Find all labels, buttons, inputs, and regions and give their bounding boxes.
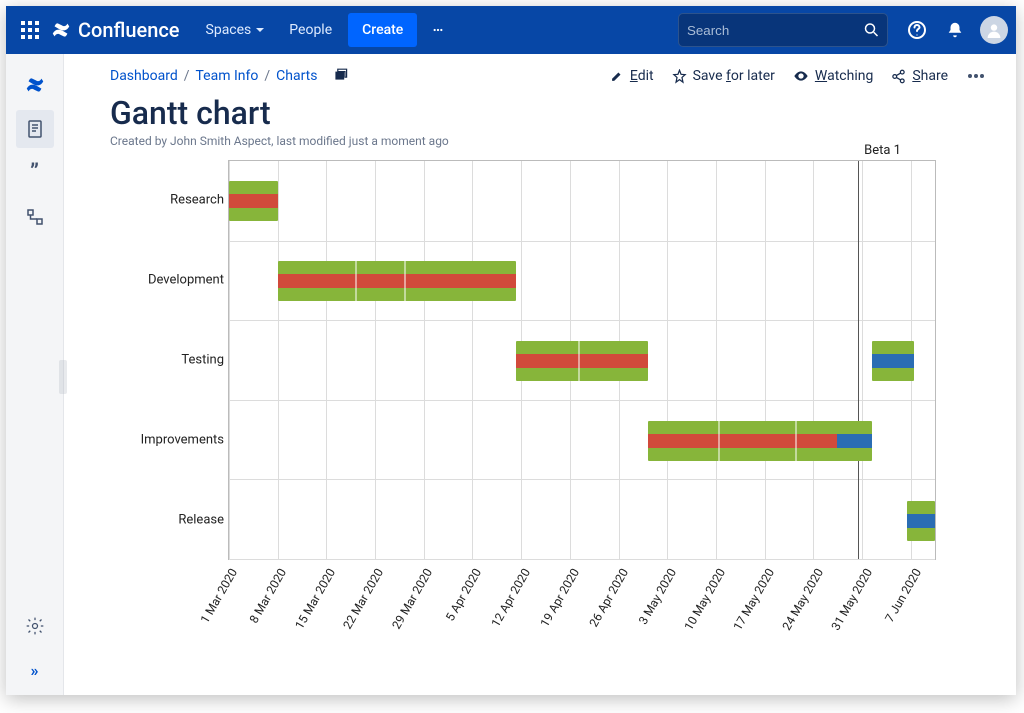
gantt-bar[interactable] [648,421,872,461]
left-sidebar: ” » [6,54,64,695]
x-tick-label: 29 Mar 2020 [390,566,436,631]
sidebar-confluence[interactable] [16,66,54,104]
page-context-icon[interactable] [333,66,349,86]
crumb-0[interactable]: Dashboard [110,68,178,84]
x-tick-label: 5 Apr 2020 [443,566,484,624]
search-box[interactable] [678,13,888,47]
nav-spaces[interactable]: Spaces [194,6,278,54]
x-tick-label: 1 Mar 2020 [198,566,240,626]
row-label: Release [114,513,224,528]
more-horizontal-icon [433,27,443,33]
nav-more-button[interactable] [421,6,455,54]
x-tick-label: 17 May 2020 [731,566,778,633]
bell-icon [946,21,964,39]
sidebar-settings[interactable] [16,607,54,645]
save-for-later-button[interactable]: Save for later [672,68,775,84]
watching-button[interactable]: Watching [793,68,873,84]
confluence-brand[interactable]: Confluence [50,18,180,42]
row-label: Research [114,193,224,208]
confluence-logo-icon [50,19,72,41]
notifications-button[interactable] [938,13,972,47]
gantt-bar[interactable] [516,341,649,381]
sidebar-pages[interactable] [16,110,54,148]
gantt-bar[interactable] [229,181,278,221]
share-button[interactable]: Share [891,68,948,84]
help-icon [907,20,927,40]
x-tick-label: 7 Jun 2020 [882,566,924,625]
tree-icon [25,207,45,227]
crumb-2[interactable]: Charts [276,68,317,84]
search-input[interactable] [687,23,864,38]
sidebar-tree[interactable] [16,198,54,236]
x-tick-label: 12 Apr 2020 [488,566,533,629]
plot-area: Beta 1 [228,160,936,560]
x-tick-label: 24 May 2020 [779,566,826,633]
eye-icon [793,68,809,84]
x-tick-label: 19 Apr 2020 [537,566,582,629]
x-tick-label: 15 Mar 2020 [292,566,338,631]
nav-people[interactable]: People [277,6,344,54]
x-tick-label: 3 May 2020 [636,566,679,627]
page-byline: Created by John Smith Aspect, last modif… [110,134,986,148]
chevron-down-icon [255,25,265,35]
expand-icon: » [31,661,39,680]
nav-people-label: People [289,22,332,38]
share-icon [891,69,906,84]
avatar[interactable] [980,16,1008,44]
gantt-bar[interactable] [872,341,914,381]
gantt-bar[interactable] [278,261,516,301]
app-name: Confluence [78,18,180,42]
gantt-chart: Beta 1 Research Development Testing Improve… [110,160,986,670]
x-tick-label: 31 May 2020 [828,566,875,633]
sidebar-expand[interactable]: » [16,651,54,689]
avatar-icon [986,22,1002,38]
gear-icon [25,616,45,636]
gantt-bar[interactable] [907,501,935,541]
nav-spaces-label: Spaces [206,22,252,38]
x-tick-label: 8 Mar 2020 [246,566,288,626]
search-icon [864,22,879,38]
chart-marker-label: Beta 1 [864,143,901,158]
star-icon [672,69,687,84]
sidebar-quotes[interactable]: ” [16,154,54,192]
confluence-small-icon [24,74,46,96]
create-button-label: Create [362,22,403,38]
row-label: Testing [114,353,224,368]
crumb-1[interactable]: Team Info [196,68,259,84]
row-label: Improvements [114,433,224,448]
pencil-icon [610,69,624,83]
x-tick-label: 22 Mar 2020 [341,566,387,631]
page-title: Gantt chart [110,94,986,132]
page-icon [25,119,45,139]
more-horizontal-icon [966,73,986,79]
edit-button[interactable]: EEditdit [610,68,654,84]
row-label: Development [114,273,224,288]
create-button[interactable]: Create [348,13,417,47]
x-tick-label: 26 Apr 2020 [586,566,631,629]
help-button[interactable] [900,13,934,47]
app-switcher-icon[interactable] [18,18,42,42]
breadcrumb: Dashboard / Team Info / Charts [110,66,349,86]
page-more-button[interactable] [966,73,986,79]
x-tick-label: 10 May 2020 [682,566,729,633]
